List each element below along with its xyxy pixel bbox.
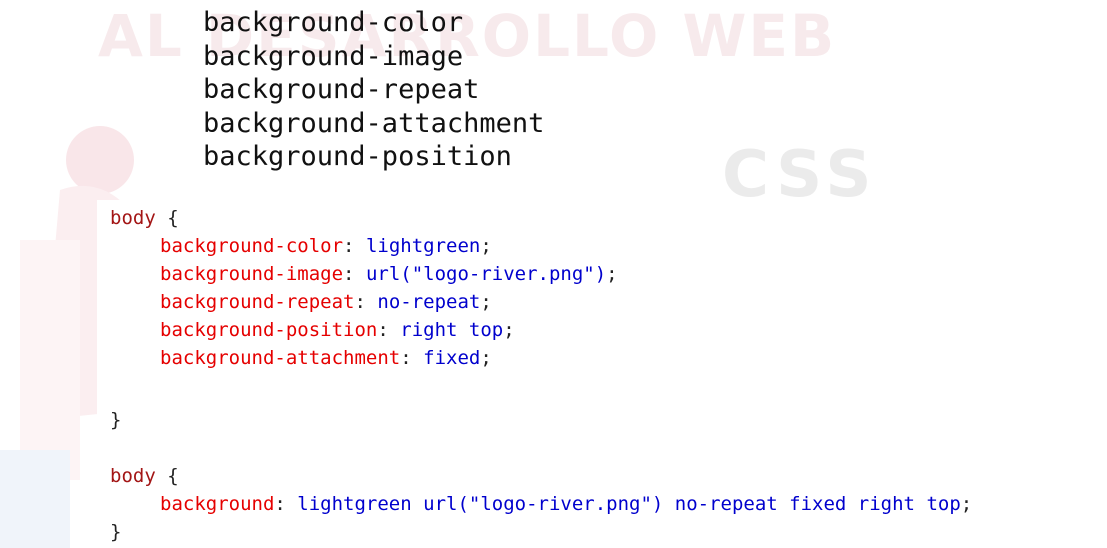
rule2-open-line: body { — [110, 462, 179, 490]
declaration-property: background-repeat — [160, 291, 355, 313]
rule1-open-line: body { — [110, 204, 179, 232]
rule1-declaration: background-attachment: fixed; — [110, 344, 492, 372]
rule2-selector: body — [110, 465, 156, 487]
rule1-close-line: } — [110, 406, 121, 434]
declaration-property: background-color — [160, 235, 344, 257]
rule2-close-brace: } — [110, 521, 122, 543]
colon: : — [343, 235, 355, 257]
rule1-selector: body — [110, 207, 156, 229]
declaration-property: background — [160, 493, 275, 515]
rule1-declaration: background-image: url("logo-river.png"); — [110, 260, 618, 288]
colon: : — [354, 291, 366, 313]
colon: : — [343, 263, 355, 285]
rule1-open-brace: { — [167, 207, 179, 229]
declaration-value: fixed — [423, 347, 481, 369]
declaration-value: lightgreen url("logo-river.png") no-repe… — [297, 493, 961, 515]
declaration-value: lightgreen — [365, 235, 481, 257]
property-list-item: background-color — [203, 7, 464, 38]
semicolon: ; — [480, 235, 492, 257]
property-list-item: background-repeat — [203, 74, 480, 105]
declaration-property: background-position — [160, 319, 378, 341]
colon: : — [400, 347, 412, 369]
semicolon: ; — [480, 347, 492, 369]
colon: : — [377, 319, 389, 341]
declaration-property: background-image — [160, 263, 344, 285]
colon: : — [274, 493, 286, 515]
rule2-declaration: background: lightgreen url("logo-river.p… — [110, 490, 972, 518]
property-list-item: background-attachment — [203, 107, 545, 139]
property-list-item: background-image — [203, 40, 464, 72]
semicolon: ; — [480, 291, 492, 313]
semicolon: ; — [606, 263, 618, 285]
background-property-list: background-color background-image backgr… — [203, 6, 544, 174]
rule2-open-brace: { — [167, 465, 179, 487]
declaration-value: url("logo-river.png") — [365, 263, 607, 285]
semicolon: ; — [960, 493, 973, 515]
css-code-example: body { background-color: lightgreen; bac… — [97, 200, 1082, 548]
declaration-value: right top — [400, 319, 504, 341]
declaration-property: background-attachment — [160, 347, 401, 369]
property-list-item: background-position — [203, 141, 512, 172]
rule1-declaration: background-position: right top; — [110, 316, 515, 344]
semicolon: ; — [503, 319, 515, 341]
rule1-declaration: background-color: lightgreen; — [110, 232, 492, 260]
rule1-close-brace: } — [110, 409, 122, 431]
declaration-value: no-repeat — [377, 291, 481, 313]
rule2-close-line: } — [110, 518, 121, 546]
rule1-declaration: background-repeat: no-repeat; — [110, 288, 492, 316]
